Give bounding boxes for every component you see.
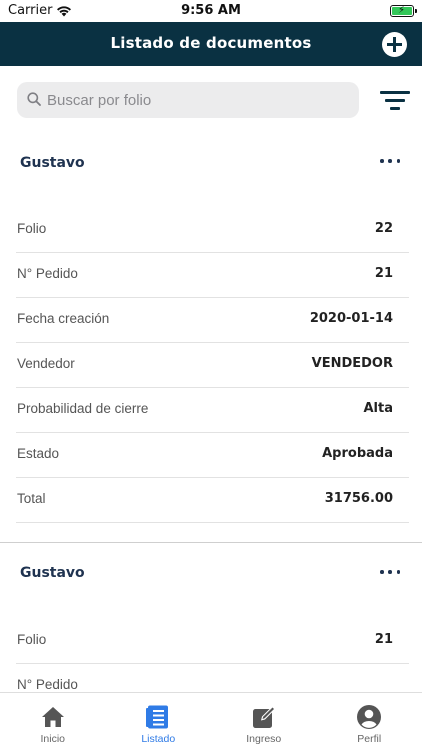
field-value: 2020-01-14 <box>309 311 393 326</box>
field-row: Estado Aprobada <box>16 433 409 478</box>
client-name: Gustavo <box>20 155 85 171</box>
card-divider <box>0 523 422 543</box>
document-card: Gustavo Folio 21 N° Pedido <box>0 543 422 692</box>
field-value: Aprobada <box>322 446 393 461</box>
field-value: 21 <box>374 266 393 281</box>
tab-label: Inicio <box>40 733 65 745</box>
add-document-button[interactable] <box>382 32 407 57</box>
field-label: Total <box>17 491 46 506</box>
tab-perfil[interactable]: Perfil <box>317 693 422 750</box>
field-label: N° Pedido <box>17 266 78 281</box>
field-row: Folio 21 <box>16 619 409 664</box>
tab-label: Perfil <box>357 733 382 745</box>
status-bar: Carrier 9:56 AM ⚡ <box>0 0 422 22</box>
tab-ingreso[interactable]: Ingreso <box>211 693 317 750</box>
field-value: 31756.00 <box>324 491 393 506</box>
edit-icon <box>252 706 276 728</box>
field-row: Total 31756.00 <box>16 478 409 523</box>
card-header: Gustavo <box>0 543 422 591</box>
field-value: 22 <box>374 221 393 236</box>
list-icon <box>146 705 169 729</box>
search-input[interactable] <box>47 82 347 118</box>
field-value: Alta <box>363 401 393 416</box>
tab-inicio[interactable]: Inicio <box>0 693 106 750</box>
battery-icon: ⚡ <box>390 5 417 17</box>
more-options-icon[interactable] <box>380 156 400 166</box>
tab-listado[interactable]: Listado <box>106 693 212 750</box>
search-icon <box>27 92 41 106</box>
field-label: Fecha creación <box>17 311 110 326</box>
navigation-bar: Listado de documentos <box>0 22 422 66</box>
page-title: Listado de documentos <box>110 34 312 52</box>
field-row: Folio 22 <box>16 208 409 253</box>
document-list[interactable]: Gustavo Folio 22 N° Pedido 21 Fecha crea… <box>0 140 422 692</box>
more-options-icon[interactable] <box>380 567 400 577</box>
field-row: Fecha creación 2020-01-14 <box>16 298 409 343</box>
field-row: Probabilidad de cierre Alta <box>16 388 409 433</box>
field-label: Estado <box>17 446 60 461</box>
home-icon <box>41 707 64 727</box>
card-header: Gustavo <box>0 140 422 187</box>
field-row: N° Pedido 21 <box>16 253 409 298</box>
tab-label: Ingreso <box>246 733 282 745</box>
field-row: N° Pedido <box>16 664 409 692</box>
clock: 9:56 AM <box>181 3 241 18</box>
filter-icon[interactable] <box>380 90 410 112</box>
field-label: Vendedor <box>17 356 75 371</box>
field-label: Folio <box>17 632 47 647</box>
field-row: Vendedor VENDEDOR <box>16 343 409 388</box>
field-label: Probabilidad de cierre <box>17 401 149 416</box>
tab-bar: Inicio Listado Ingreso Perfil <box>0 692 422 750</box>
tab-label: Listado <box>141 733 176 745</box>
field-value: VENDEDOR <box>311 356 393 371</box>
field-label: N° Pedido <box>17 677 78 692</box>
search-bar[interactable] <box>17 82 359 118</box>
field-value: 21 <box>374 632 393 647</box>
profile-icon <box>357 705 382 729</box>
field-label: Folio <box>17 221 47 236</box>
document-card: Gustavo Folio 22 N° Pedido 21 Fecha crea… <box>0 140 422 543</box>
client-name: Gustavo <box>20 565 85 581</box>
